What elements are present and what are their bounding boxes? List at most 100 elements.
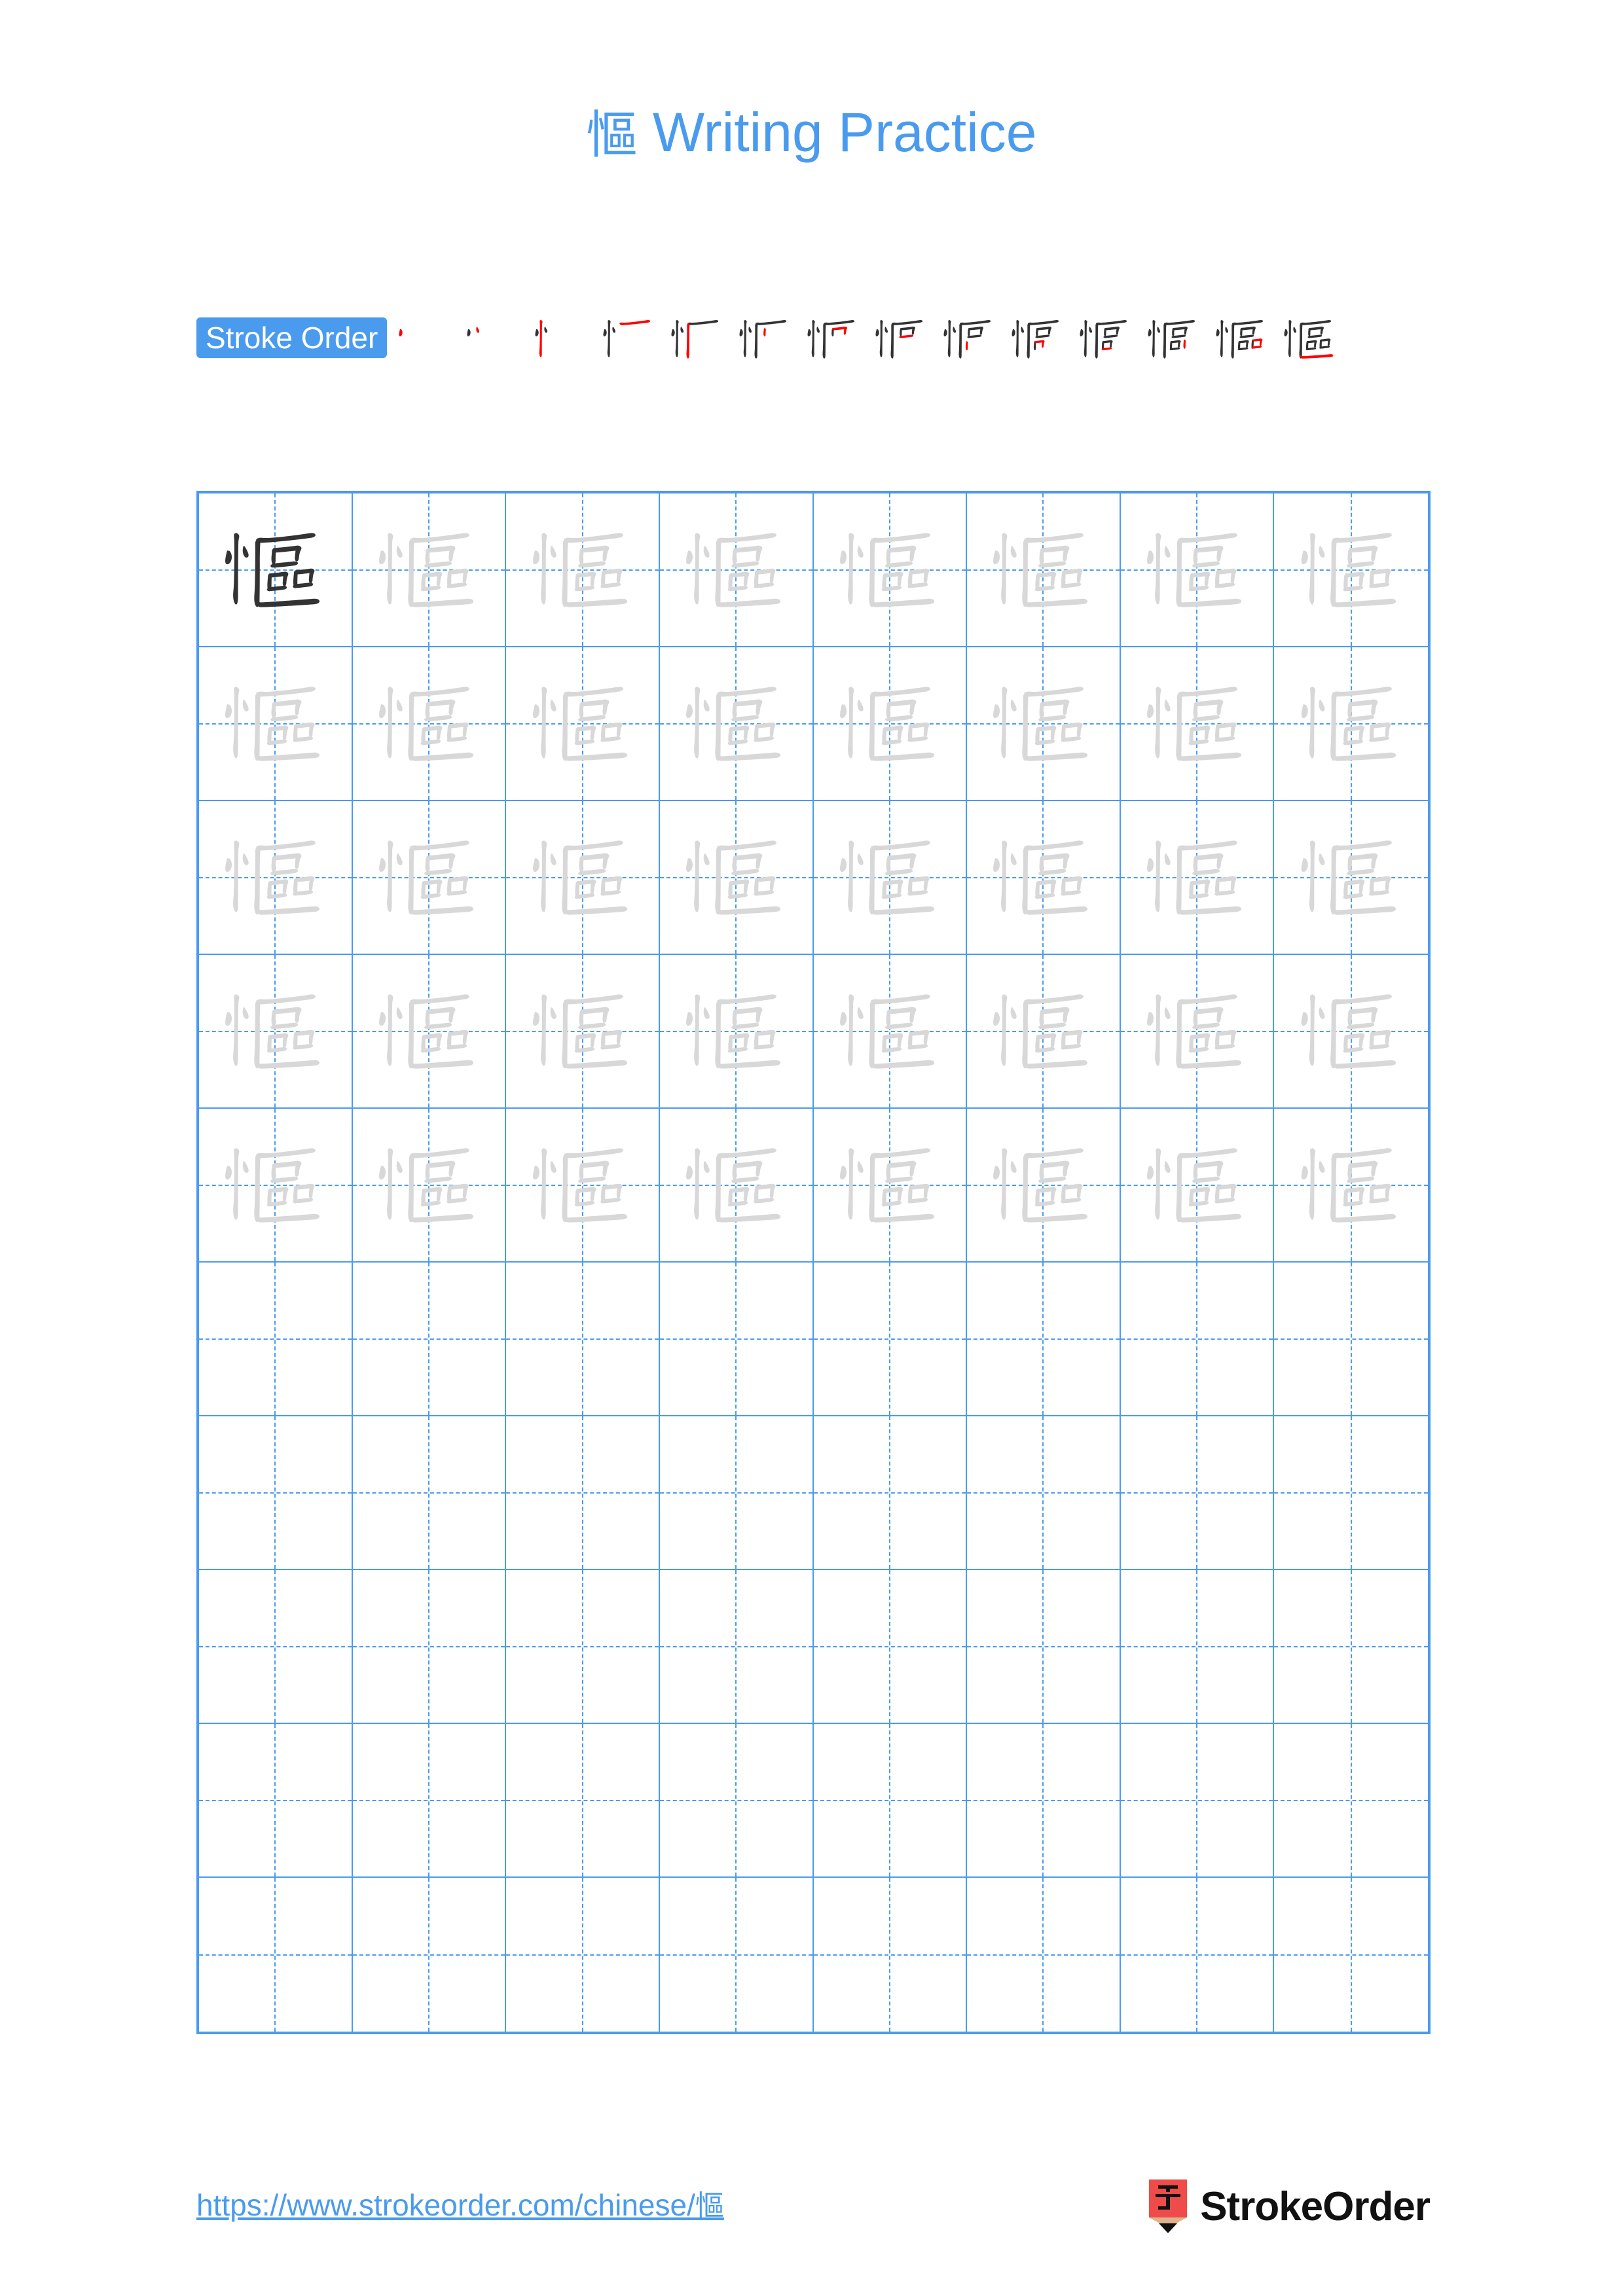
trace-character <box>1121 955 1273 1107</box>
trace-character-cell[interactable] <box>1120 647 1275 801</box>
brand-logo: StrokeOrder <box>1148 2179 1431 2234</box>
trace-character <box>814 955 966 1107</box>
trace-character <box>967 1109 1120 1261</box>
trace-character-cell[interactable] <box>967 493 1121 647</box>
blank-practice-cell[interactable] <box>506 1570 660 1724</box>
title-text: Writing Practice <box>637 101 1037 163</box>
trace-character-cell[interactable] <box>199 801 353 955</box>
stroke-step-3 <box>527 305 595 373</box>
trace-character <box>353 647 505 800</box>
trace-character-cell[interactable] <box>1274 647 1428 801</box>
blank-practice-cell[interactable] <box>1274 1878 1428 2032</box>
blank-practice-cell[interactable] <box>659 1570 814 1724</box>
stroke-order-section: Stroke Order <box>196 305 1434 376</box>
blank-practice-cell[interactable] <box>199 1878 353 2032</box>
trace-character-cell[interactable] <box>1274 1109 1428 1263</box>
blank-practice-cell[interactable] <box>967 1263 1121 1416</box>
trace-character-cell[interactable] <box>506 955 660 1109</box>
trace-character <box>199 647 352 800</box>
trace-character-cell[interactable] <box>506 647 660 801</box>
blank-practice-cell[interactable] <box>813 1724 968 1878</box>
trace-character-cell[interactable] <box>199 1109 353 1263</box>
trace-character-cell[interactable] <box>199 647 353 801</box>
blank-practice-cell[interactable] <box>1120 1263 1275 1416</box>
trace-character-cell[interactable] <box>506 801 660 955</box>
trace-character-cell[interactable] <box>352 955 507 1109</box>
trace-character-cell[interactable] <box>1120 1109 1275 1263</box>
blank-practice-cell[interactable] <box>1274 1570 1428 1724</box>
pencil-icon <box>1148 2179 1188 2234</box>
blank-practice-cell[interactable] <box>506 1263 660 1416</box>
blank-practice-cell[interactable] <box>506 1416 660 1570</box>
blank-practice-cell[interactable] <box>1274 1416 1428 1570</box>
trace-character-cell[interactable] <box>506 1109 660 1263</box>
blank-practice-cell[interactable] <box>967 1416 1121 1570</box>
trace-character-cell[interactable] <box>1274 955 1428 1109</box>
source-url-link[interactable]: https://www.strokeorder.com/chinese/慪 <box>196 2186 724 2225</box>
trace-character-cell[interactable] <box>659 955 814 1109</box>
blank-practice-cell[interactable] <box>199 1724 353 1878</box>
blank-practice-cell[interactable] <box>813 1263 968 1416</box>
blank-practice-cell[interactable] <box>967 1570 1121 1724</box>
trace-character-cell[interactable] <box>199 955 353 1109</box>
trace-character-cell[interactable] <box>352 1109 507 1263</box>
trace-character <box>353 801 505 954</box>
trace-character-cell[interactable] <box>967 1109 1121 1263</box>
blank-practice-cell[interactable] <box>1120 1570 1275 1724</box>
trace-character-cell[interactable] <box>1274 801 1428 955</box>
trace-character-cell[interactable] <box>506 493 660 647</box>
blank-practice-cell[interactable] <box>353 1878 507 2032</box>
trace-character-cell[interactable] <box>659 647 814 801</box>
trace-character <box>1121 647 1273 800</box>
trace-character-cell[interactable] <box>1274 493 1428 647</box>
trace-character-cell[interactable] <box>1120 955 1275 1109</box>
trace-character-cell[interactable] <box>352 647 507 801</box>
trace-character-cell[interactable] <box>967 647 1121 801</box>
trace-character-cell[interactable] <box>813 1109 968 1263</box>
blank-practice-cell[interactable] <box>1274 1263 1428 1416</box>
blank-practice-cell[interactable] <box>1120 1416 1275 1570</box>
trace-character-cell[interactable] <box>813 493 968 647</box>
blank-practice-cell[interactable] <box>199 1416 353 1570</box>
trace-character-cell[interactable] <box>352 493 507 647</box>
trace-character <box>506 955 659 1107</box>
page-footer: https://www.strokeorder.com/chinese/慪 St… <box>0 2179 1623 2258</box>
trace-character-cell[interactable] <box>813 647 968 801</box>
blank-practice-cell[interactable] <box>660 1878 814 2032</box>
blank-practice-cell[interactable] <box>352 1416 507 1570</box>
blank-practice-cell[interactable] <box>967 1878 1121 2032</box>
model-character <box>199 493 352 646</box>
stroke-step-11 <box>1072 305 1140 373</box>
blank-practice-cell[interactable] <box>967 1724 1121 1878</box>
trace-character <box>353 955 505 1107</box>
blank-practice-cell[interactable] <box>814 1878 968 2032</box>
trace-character-cell[interactable] <box>659 801 814 955</box>
trace-character-cell[interactable] <box>659 493 814 647</box>
blank-practice-cell[interactable] <box>1120 1724 1275 1878</box>
blank-practice-cell[interactable] <box>1121 1878 1275 2032</box>
trace-character-cell[interactable] <box>813 801 968 955</box>
blank-practice-cell[interactable] <box>813 1416 968 1570</box>
blank-practice-cell[interactable] <box>659 1263 814 1416</box>
blank-practice-cell[interactable] <box>352 1263 507 1416</box>
blank-practice-cell[interactable] <box>199 1570 353 1724</box>
blank-practice-cell[interactable] <box>813 1570 968 1724</box>
trace-character-cell[interactable] <box>352 801 507 955</box>
trace-character-cell[interactable] <box>659 1109 814 1263</box>
blank-practice-cell[interactable] <box>199 1263 353 1416</box>
blank-practice-cell[interactable] <box>1274 1724 1428 1878</box>
trace-character-cell[interactable] <box>1120 801 1275 955</box>
blank-practice-cell[interactable] <box>352 1724 507 1878</box>
trace-character-cell[interactable] <box>967 955 1121 1109</box>
stroke-step-12 <box>1140 305 1208 373</box>
trace-character-cell[interactable] <box>813 955 968 1109</box>
model-character-cell[interactable] <box>199 493 353 647</box>
blank-practice-cell[interactable] <box>506 1724 660 1878</box>
blank-practice-cell[interactable] <box>352 1570 507 1724</box>
blank-practice-cell[interactable] <box>659 1724 814 1878</box>
blank-practice-cell[interactable] <box>506 1878 660 2032</box>
trace-character-cell[interactable] <box>967 801 1121 955</box>
stroke-order-flow: Stroke Order <box>196 305 1434 376</box>
blank-practice-cell[interactable] <box>659 1416 814 1570</box>
trace-character-cell[interactable] <box>1120 493 1275 647</box>
